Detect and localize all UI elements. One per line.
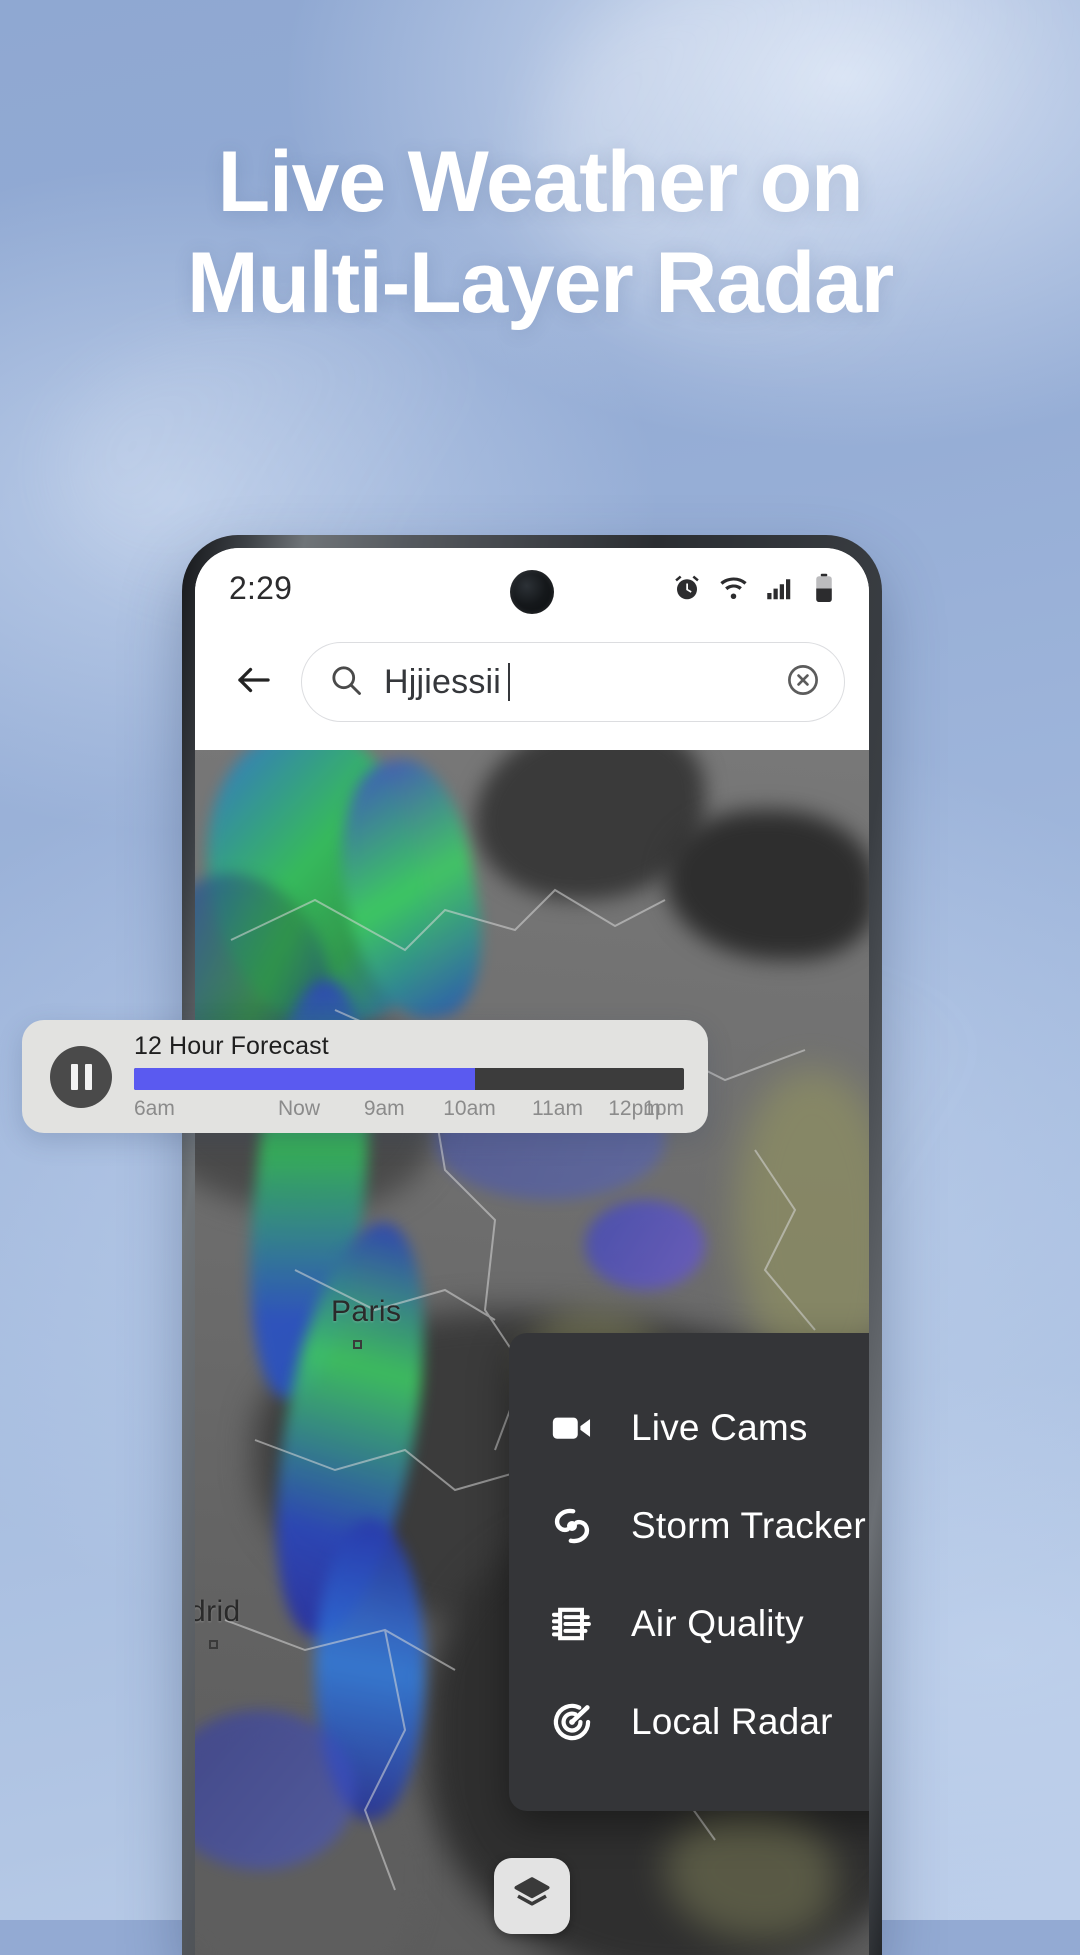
forecast-tick: Now [277,1097,321,1120]
menu-item-storm-tracker[interactable]: Storm Tracker [509,1477,869,1575]
forecast-tick: 6am [134,1097,175,1120]
headline-line-2: Multi-Layer Radar [187,235,894,332]
forecast-title: 12 Hour Forecast [134,1032,329,1060]
pause-icon [70,1063,78,1090]
map-layers-button[interactable] [494,1858,570,1934]
search-icon [328,662,364,703]
clear-search-button[interactable] [784,661,822,704]
layers-icon [511,1873,553,1920]
menu-item-air-quality[interactable]: Air Quality [509,1575,869,1673]
arrow-left-icon [233,659,275,706]
battery-icon [813,573,835,603]
phone-screen: 2:29 Hjjiessii Paris drid Live Cams Stor… [195,548,869,1955]
search-bar: Hjjiessii [195,628,869,750]
promo-headline: Live Weather on Multi-Layer Radar [0,132,1080,335]
menu-item-label: Air Quality [631,1603,804,1644]
playback-pause-button[interactable] [50,1045,112,1108]
hurricane-icon [547,1501,597,1551]
menu-item-local-radar[interactable]: Local Radar [509,1673,869,1771]
city-label: Paris [331,1295,402,1328]
status-bar-icons [672,573,835,603]
search-input-value: Hjjiessii [384,663,764,702]
radar-icon [547,1697,597,1747]
city-marker [353,1340,362,1349]
search-input[interactable]: Hjjiessii [301,642,845,722]
video-camera-icon [547,1403,597,1453]
cellular-signal-icon [765,573,797,603]
forecast-timeline-panel: 12 Hour Forecast 6am Now 9am 10am 11am 12pm 1p… [22,1020,708,1133]
pause-icon [84,1063,92,1090]
front-camera-punch-hole [510,570,554,614]
forecast-tick: 10am [443,1097,496,1120]
map-tools-menu: Live Cams Storm Tracker Air Quality Loca… [509,1333,869,1811]
weather-radar-map[interactable]: Paris drid Bo Live Cams [195,750,869,1955]
forecast-body: 12 Hour Forecast 6am Now 9am 10am 11am 12pm 1p… [134,1032,684,1121]
phone-mockup: 2:29 Hjjiessii Paris drid Live Cams Stor… [182,535,882,1955]
city-marker [209,1640,218,1649]
forecast-tick: 11am [532,1097,583,1120]
forecast-tick: 9am [363,1097,405,1120]
menu-item-label: Storm Tracker [631,1505,866,1546]
alarm-icon [672,573,702,603]
back-button[interactable] [219,647,289,717]
air-quality-icon [547,1599,597,1649]
menu-item-live-cams[interactable]: Live Cams [509,1379,869,1477]
status-bar-clock: 2:29 [229,569,293,606]
forecast-tick: 1pm [643,1097,684,1120]
wifi-icon [718,573,749,603]
forecast-progress-track[interactable] [134,1068,684,1090]
menu-item-label: Local Radar [631,1701,833,1742]
menu-item-label: Live Cams [631,1407,808,1448]
city-label: drid [195,1595,241,1628]
headline-line-1: Live Weather on [217,134,864,230]
text-cursor [508,663,511,701]
forecast-progress-fill [134,1068,475,1090]
status-bar: 2:29 [195,548,869,628]
forecast-tick-labels: 6am Now 9am 10am 11am 12pm 1pm [134,1097,684,1121]
